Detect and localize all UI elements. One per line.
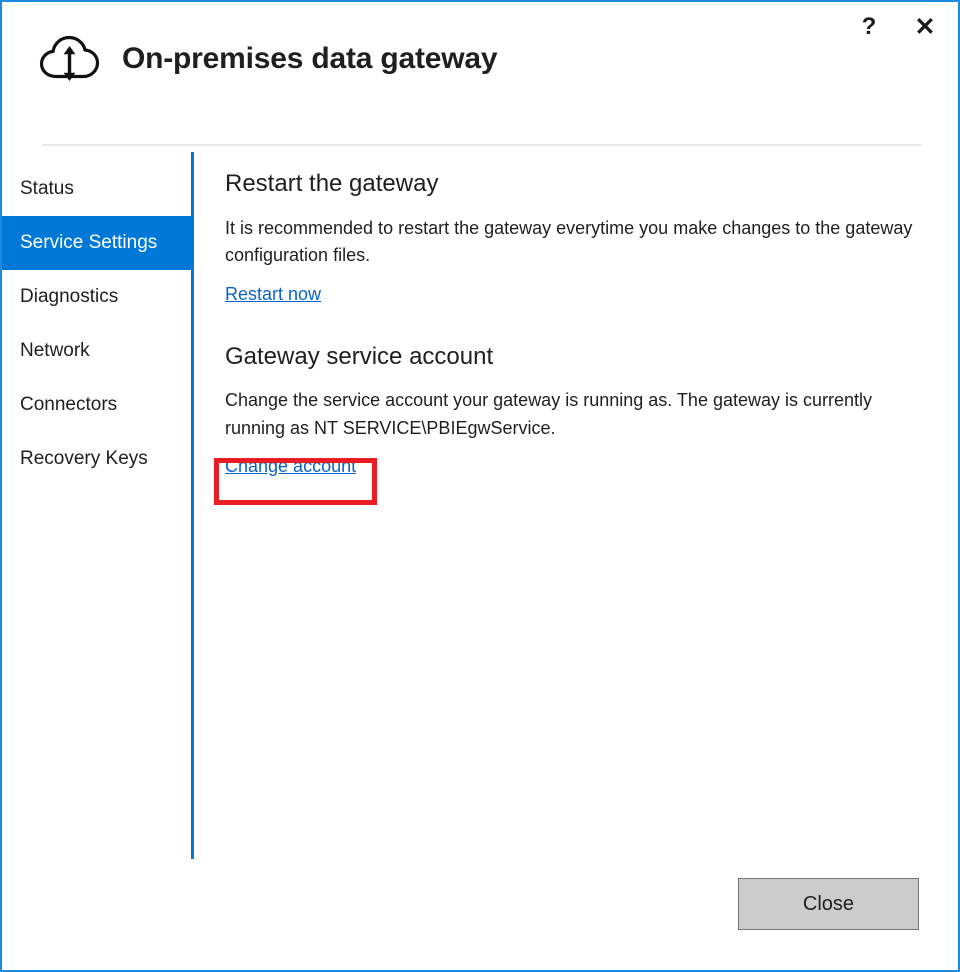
section-title: Restart the gateway — [225, 170, 439, 197]
section-restart-gateway: Restart the gateway It is recommended to… — [225, 170, 925, 305]
window-controls: ? ✕ — [850, 10, 944, 44]
page-title: On-premises data gateway — [122, 42, 498, 75]
sidebar-item-diagnostics[interactable]: Diagnostics — [2, 270, 191, 324]
sidebar-item-status[interactable]: Status — [2, 162, 191, 216]
sidebar-divider — [191, 152, 194, 859]
change-account-link[interactable]: Change account — [225, 456, 356, 477]
close-button[interactable]: Close — [738, 878, 919, 930]
sidebar-item-label: Service Settings — [20, 232, 158, 253]
section-description: It is recommended to restart the gateway… — [225, 217, 913, 266]
sidebar-item-recovery-keys[interactable]: Recovery Keys — [2, 432, 191, 486]
sidebar-item-network[interactable]: Network — [2, 324, 191, 378]
main-content: Restart the gateway It is recommended to… — [225, 170, 925, 477]
title-bar: ? ✕ On-premises data gateway — [2, 2, 958, 146]
sidebar-item-label: Recovery Keys — [20, 448, 148, 469]
sidebar-item-service-settings[interactable]: Service Settings — [2, 216, 191, 270]
section-title: Gateway service account — [225, 342, 494, 370]
restart-now-link[interactable]: Restart now — [225, 284, 321, 305]
section-description: Change the service account your gateway … — [225, 390, 873, 438]
cloud-sync-icon — [38, 32, 102, 86]
sidebar-item-label: Network — [20, 340, 90, 361]
sidebar-item-label: Status — [20, 178, 74, 199]
close-icon[interactable]: ✕ — [906, 10, 944, 44]
sidebar-item-label: Connectors — [20, 394, 118, 415]
sidebar-item-connectors[interactable]: Connectors — [2, 378, 191, 432]
help-icon[interactable]: ? — [850, 10, 888, 44]
sidebar-item-label: Diagnostics — [20, 286, 119, 307]
sidebar-nav: Status Service Settings Diagnostics Netw… — [2, 162, 191, 486]
header-divider — [42, 144, 922, 146]
section-gateway-service-account: Gateway service account Change the servi… — [225, 343, 925, 478]
gateway-configuration-window: ? ✕ On-premises data gateway Status Serv… — [0, 0, 960, 972]
app-brand: On-premises data gateway — [38, 32, 498, 86]
